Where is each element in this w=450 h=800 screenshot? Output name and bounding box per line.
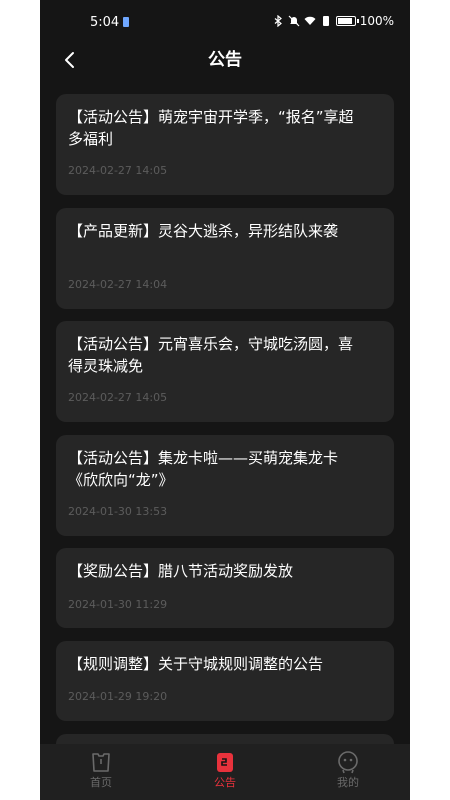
nav-header: 公告 [40,44,410,76]
announcement-date: 2024-02-27 14:04 [68,278,168,291]
profile-icon [338,751,358,774]
announcement-card[interactable]: 【规则调整】关于守城规则调整的公告 2024-01-29 19:20 [56,641,394,721]
announcement-date: 2024-01-30 11:29 [68,598,168,611]
tab-profile[interactable]: 我的 [308,750,388,798]
wifi-icon [304,16,316,25]
tab-notice[interactable]: 公告 [185,750,265,798]
announcement-title: 【活动公告】元宵喜乐会，守城吃汤圆，喜得灵珠减免 [68,335,354,375]
status-icons: 100% [272,14,394,28]
announcement-title: 【产品更新】灵谷大逃杀，异形结队来袭 [68,222,339,240]
battery-icon [335,16,359,26]
page-title: 公告 [208,50,242,70]
status-time: 5:04 [90,15,120,30]
announcement-title: 【活动公告】集龙卡啦——买萌宠集龙卡《欣欣向“龙”》 [68,449,339,489]
battery-percent: 100% [359,14,394,28]
tab-label: 我的 [337,776,359,789]
announcement-card[interactable]: 【奖励公告】腊八节活动奖励发放 2024-01-30 11:29 [56,548,394,628]
announcement-card[interactable]: 【活动公告】元宵喜乐会，守城吃汤圆，喜得灵珠减免 2024-02-27 14:0… [56,321,394,422]
announcement-title: 【奖励公告】腊八节活动奖励发放 [68,562,294,580]
announcement-title: 【活动公告】萌宠宇宙开学季，“报名”享超多福利 [68,108,354,148]
announcement-card[interactable]: 【产品更新】灵谷大逃杀，异形结队来袭 2024-02-27 14:04 [56,208,394,309]
bluetooth-icon [274,15,282,27]
announcement-date: 2024-01-30 13:53 [68,505,168,518]
tab-home[interactable]: 首页 [61,750,141,798]
battery-saver-icon [123,17,129,27]
announcement-card[interactable]: 【活动公告】萌宠宇宙开学季，“报名”享超多福利 2024-02-27 14:05 [56,94,394,195]
tab-label: 首页 [90,776,112,789]
phone-screen: 5:04 100% 公告 【活动公告】萌宠宇宙开学季，“报名”享超多福利 202… [40,0,410,800]
mute-icon [288,15,300,27]
announcement-card[interactable]: 【活动公告】集龙卡啦——买萌宠集龙卡《欣欣向“龙”》 2024-01-30 13… [56,435,394,536]
notice-icon [217,753,233,772]
announcement-date: 2024-02-27 14:05 [68,164,168,177]
announcement-date: 2024-01-29 19:20 [68,690,168,703]
status-bar: 5:04 100% [40,0,410,44]
bottom-tab-bar: 首页 公告 我的 [40,744,410,800]
signal-icon [322,16,329,26]
announcement-date: 2024-02-27 14:05 [68,391,168,404]
tab-label: 公告 [214,776,236,789]
home-icon [92,753,110,772]
announcement-title: 【规则调整】关于守城规则调整的公告 [68,655,324,673]
